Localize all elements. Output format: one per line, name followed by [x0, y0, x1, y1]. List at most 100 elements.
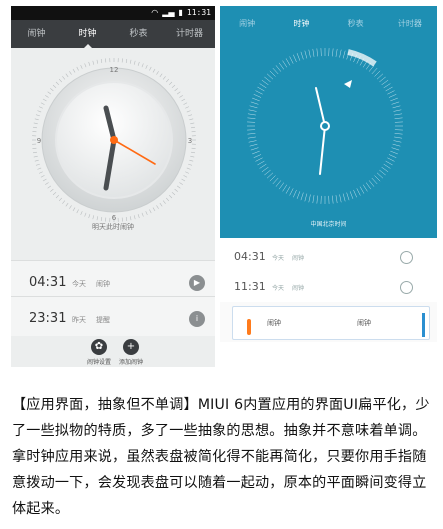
tick-mark	[62, 76, 66, 80]
flat-clock-area: 闹钟 时钟 秒表 计时器 中国北京时间	[220, 6, 437, 238]
tick-mark	[37, 110, 42, 113]
tick-mark	[125, 216, 128, 222]
tick-mark	[137, 214, 140, 219]
alarm-row[interactable]: 11:31 今天 闹钟	[220, 272, 437, 303]
tick-mark	[261, 166, 269, 173]
tick-mark	[45, 95, 49, 98]
tick-mark	[253, 154, 262, 158]
tick-mark	[189, 159, 194, 162]
tick-mark	[376, 73, 384, 80]
tick-mark	[129, 216, 132, 221]
info-icon[interactable]: i	[189, 311, 205, 327]
alarm-row-swiping[interactable]: 闹钟 闹钟	[220, 302, 437, 342]
tick-mark	[371, 177, 378, 185]
add-alarm-button[interactable]: +	[123, 339, 139, 355]
tick-mark	[156, 71, 159, 75]
tick-mark	[282, 184, 288, 192]
dial-number-12: 12	[110, 66, 119, 74]
tick-mark	[393, 140, 402, 143]
alarm-toggle-icon[interactable]	[400, 281, 413, 294]
signal-icon: ▂▄	[162, 8, 175, 17]
tick-mark	[365, 182, 372, 190]
tick-mark	[388, 94, 397, 98]
tick-mark	[40, 175, 45, 178]
tick-mark	[316, 195, 318, 204]
tick-mark	[84, 212, 87, 217]
tick-mark	[272, 67, 279, 75]
alarm-row[interactable]: 23:31 昨天 提醒 i	[11, 296, 215, 341]
tick-mark	[388, 154, 397, 158]
alarm-time: 23:31	[29, 311, 67, 326]
alarm-label: 闹钟	[96, 280, 110, 288]
tick-mark	[371, 67, 378, 75]
tick-mark	[162, 76, 166, 80]
tick-mark	[162, 200, 166, 204]
tick-mark	[96, 59, 99, 64]
minute-hand	[319, 125, 326, 175]
flat-analog-clock[interactable]	[220, 6, 437, 238]
tab-stopwatch[interactable]: 秒表	[113, 20, 164, 48]
tick-mark	[38, 106, 43, 109]
tick-mark	[35, 163, 40, 166]
tick-mark	[269, 70, 276, 77]
battery-icon: ▮	[178, 8, 183, 17]
tick-mark	[45, 182, 49, 185]
tick-mark	[179, 182, 183, 185]
tick-mark	[174, 188, 178, 192]
tab-timer[interactable]: 计时器	[164, 20, 215, 48]
tick-mark	[385, 86, 393, 92]
tick-mark	[37, 167, 42, 170]
tick-mark	[185, 106, 190, 109]
tick-mark	[189, 118, 194, 121]
tick-mark	[186, 110, 191, 113]
tick-mark	[255, 157, 263, 162]
tick-mark	[259, 83, 267, 89]
tick-mark	[133, 215, 136, 220]
status-time: 11:31	[186, 8, 211, 17]
tick-mark	[296, 53, 301, 61]
tick-mark	[394, 113, 403, 116]
settings-button[interactable]: ✿	[91, 339, 107, 355]
tick-mark	[349, 191, 354, 199]
tick-mark	[332, 195, 334, 204]
tab-alarm[interactable]: 闹钟	[11, 20, 62, 48]
tick-mark	[92, 215, 95, 220]
tick-mark	[100, 216, 103, 222]
tick-mark	[65, 202, 69, 207]
tick-mark	[249, 105, 258, 109]
tab-clock[interactable]: 时钟	[62, 20, 113, 48]
tick-mark	[275, 180, 282, 187]
alarm-toggle-icon[interactable]	[400, 251, 413, 264]
tick-mark	[392, 105, 401, 109]
tick-mark	[362, 184, 368, 192]
tick-mark	[278, 62, 285, 70]
tick-mark	[391, 101, 400, 105]
swipe-card-label: 闹钟	[267, 319, 281, 327]
tick-mark	[249, 143, 258, 147]
alarm-day: 今天	[72, 280, 86, 288]
tick-mark	[394, 136, 403, 139]
tick-mark	[141, 212, 144, 217]
tick-mark	[255, 90, 263, 95]
tick-mark	[383, 163, 391, 169]
tick-mark	[385, 160, 393, 166]
tick-mark	[181, 98, 186, 102]
tick-mark	[312, 195, 315, 204]
tick-mark	[47, 91, 52, 95]
alarm-time: 04:31	[29, 275, 67, 290]
dial-number-9: 9	[37, 137, 41, 145]
swipe-card[interactable]: 闹钟 闹钟	[232, 306, 430, 340]
tick-mark	[80, 211, 83, 216]
tick-mark	[296, 191, 301, 199]
tick-mark	[342, 193, 346, 202]
tick-mark	[55, 81, 60, 86]
tick-mark	[34, 118, 39, 121]
alarm-row[interactable]: 04:31 今天 闹钟	[220, 242, 437, 273]
tick-mark	[272, 177, 279, 185]
tick-mark	[171, 84, 176, 89]
tick-mark	[387, 90, 395, 95]
play-icon[interactable]: ▶	[189, 275, 205, 291]
tick-mark	[141, 63, 144, 68]
tick-mark	[250, 101, 259, 105]
tick-mark	[252, 150, 260, 155]
